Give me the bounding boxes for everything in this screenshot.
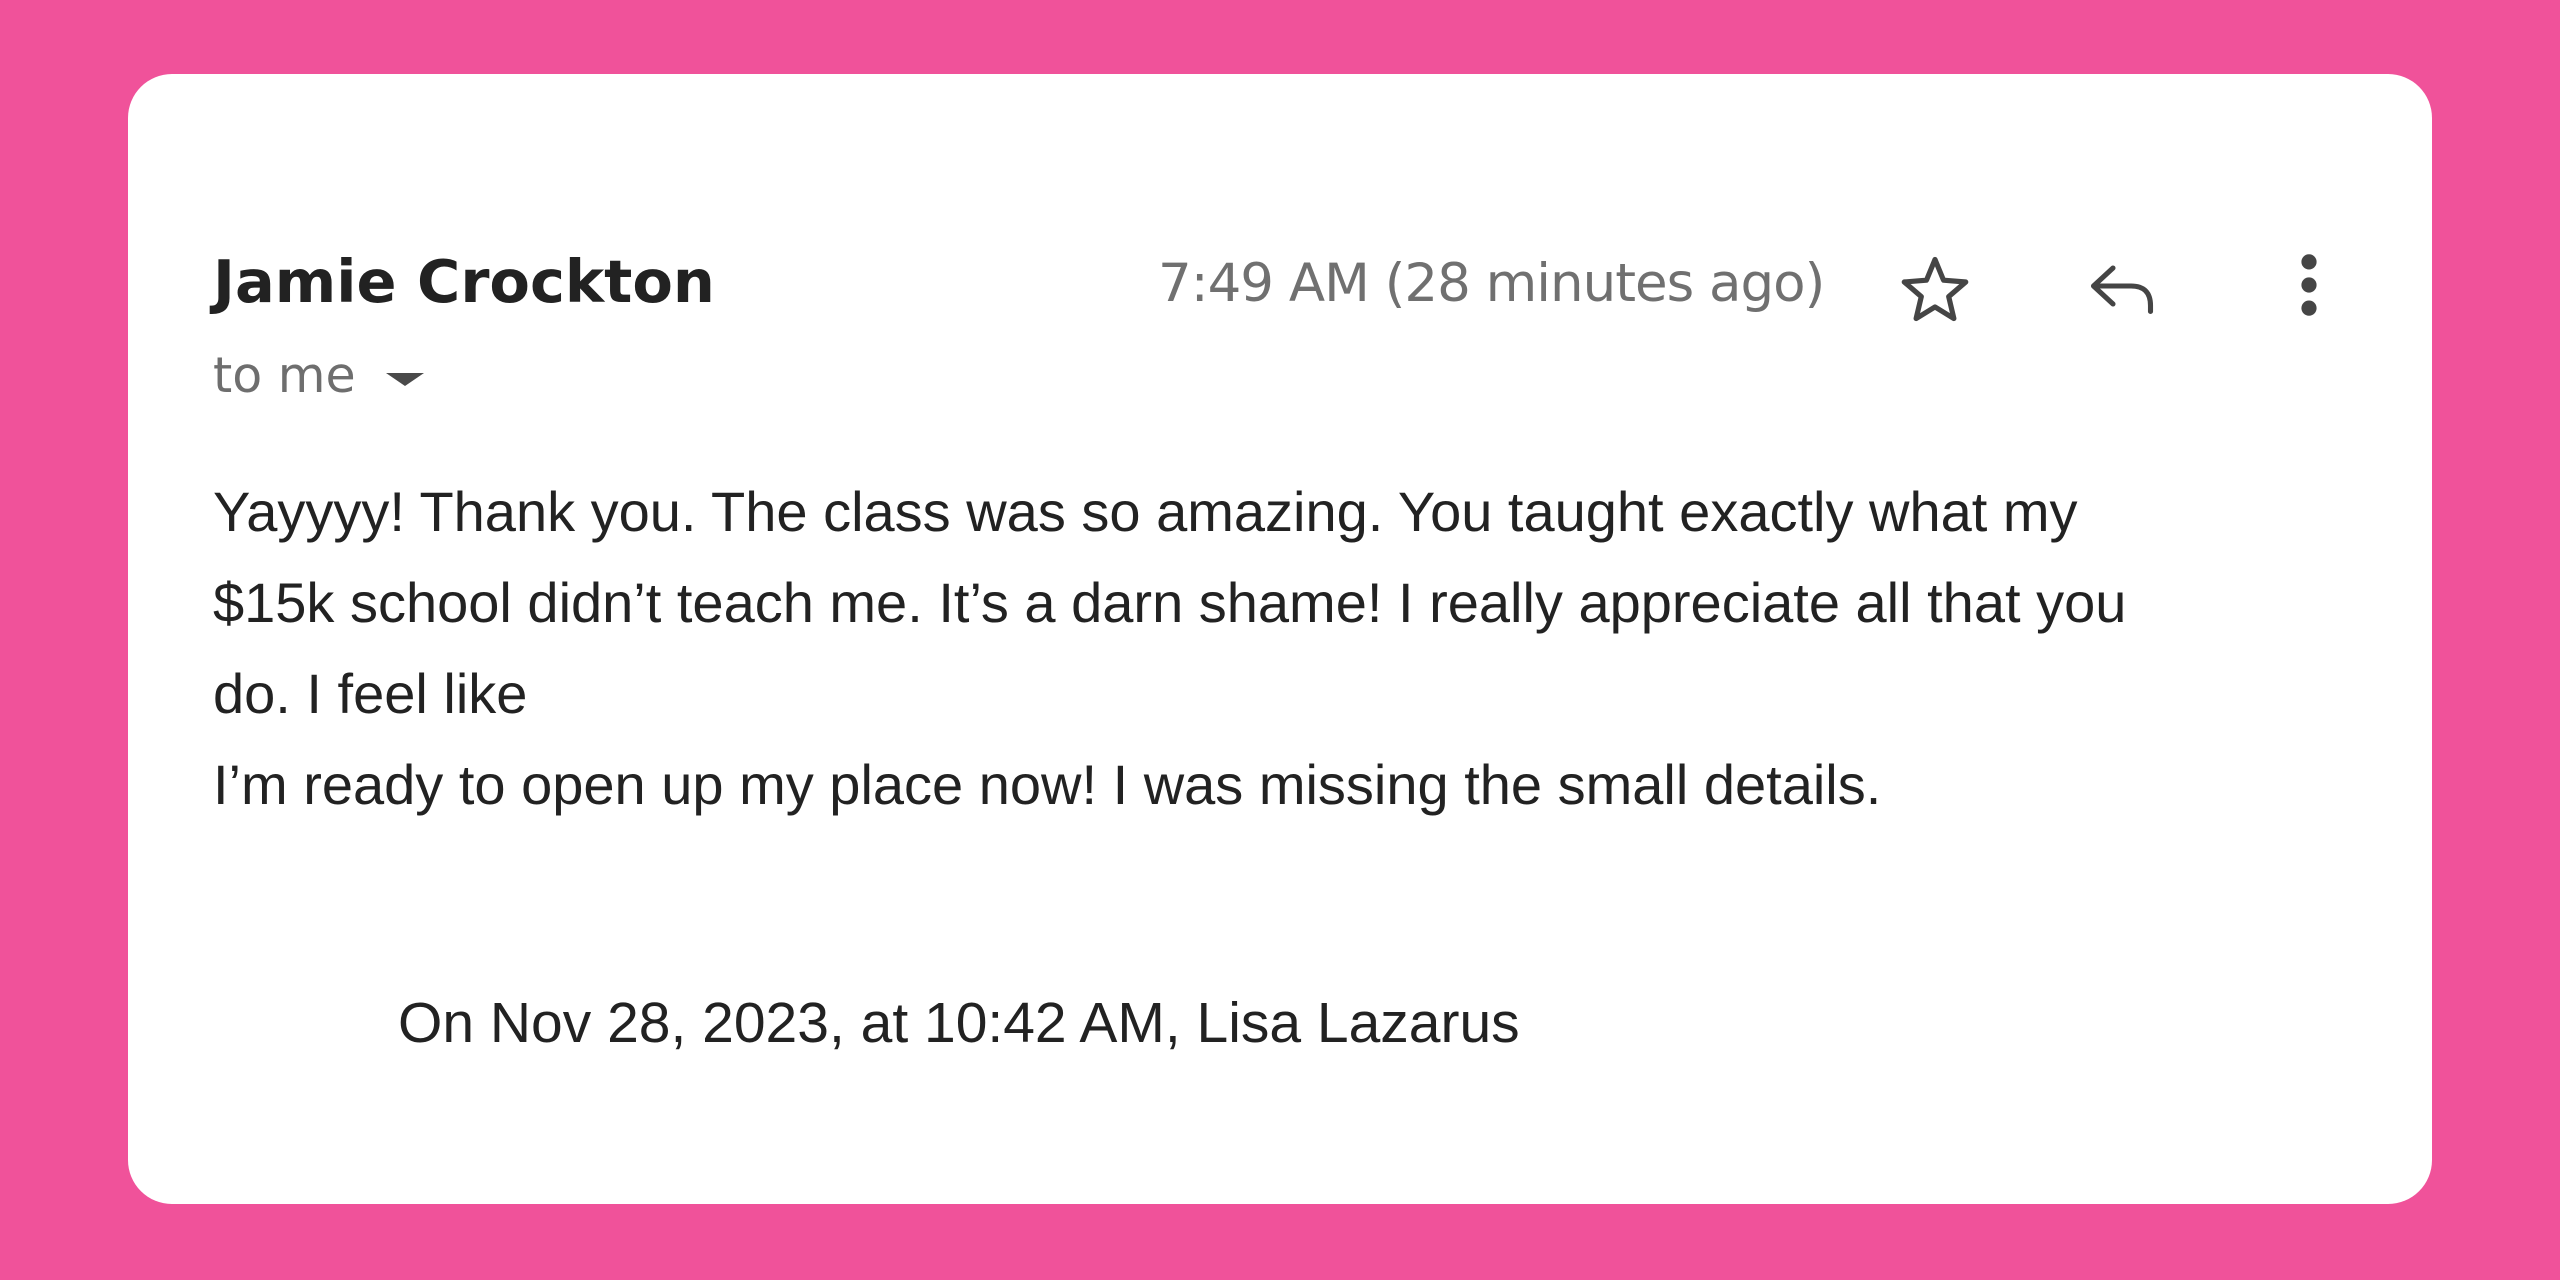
body-line: do. I feel like [213, 662, 528, 725]
more-vertical-icon [2301, 254, 2317, 316]
recipient-label: to me [213, 347, 356, 404]
email-body: Yayyyy! Thank you. The class was so amaz… [213, 466, 2343, 830]
sender-name[interactable]: Jamie Crockton [213, 246, 715, 318]
recipient-details-toggle[interactable]: to me [213, 344, 424, 408]
body-line: I’m ready to open up my place now! I was… [213, 753, 1882, 816]
email-timestamp: 7:49 AM (28 minutes ago) [1158, 253, 1825, 314]
star-icon [1901, 256, 1969, 322]
star-button[interactable] [1890, 244, 1980, 334]
reply-icon [2090, 265, 2154, 315]
body-line: $15k school didn’t teach me. It’s a darn… [213, 571, 2127, 634]
body-line: Yayyyy! Thank you. The class was so amaz… [213, 480, 2078, 543]
more-options-button[interactable] [2264, 240, 2354, 330]
quoted-message-header: On Nov 28, 2023, at 10:42 AM, Lisa Lazar… [398, 991, 1520, 1055]
reply-button[interactable] [2077, 244, 2167, 334]
caret-down-icon[interactable] [385, 372, 424, 386]
